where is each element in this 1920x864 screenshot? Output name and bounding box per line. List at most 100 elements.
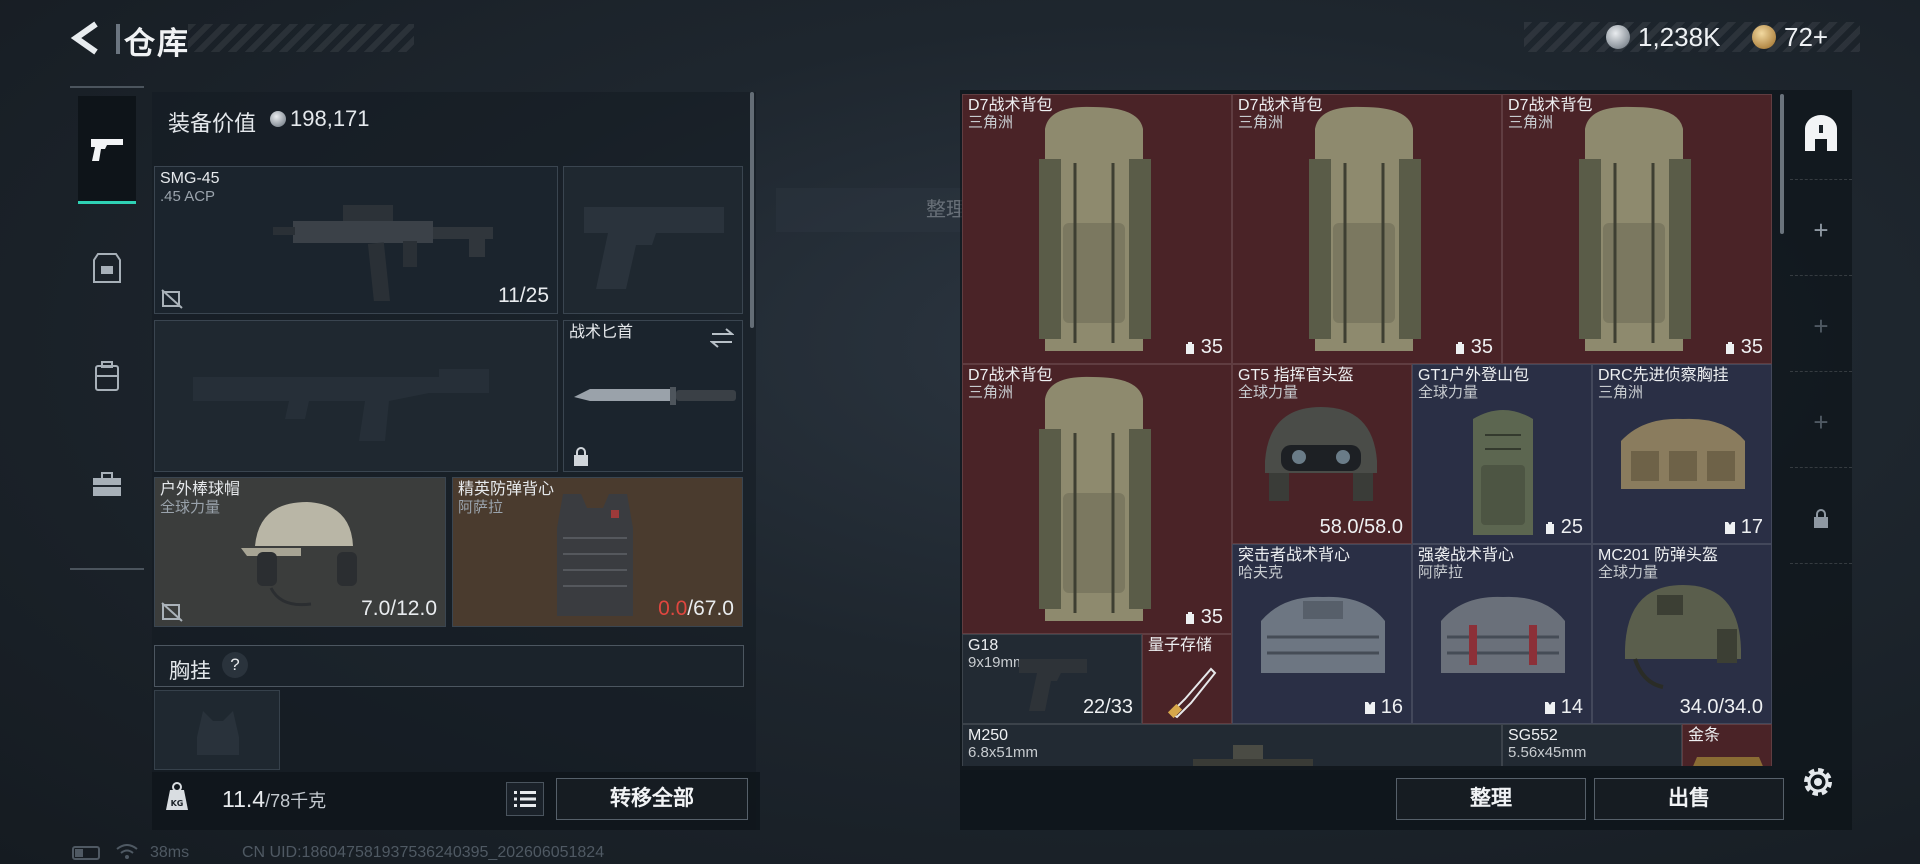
loadout-scrollbar[interactable]: [750, 92, 754, 328]
left-nav: [70, 86, 144, 570]
title-separator: [116, 24, 120, 54]
tab-storage-main[interactable]: [1790, 90, 1852, 180]
storage-item[interactable]: GT5 指挥官头盔 全球力量 58.0/58.0: [1232, 364, 1412, 544]
item-count: 25: [1543, 516, 1583, 539]
nav-backpack[interactable]: [78, 322, 136, 430]
item-brand: 6.8x51mm: [968, 744, 1039, 761]
armor-name: 精英防弹背心: [458, 481, 555, 498]
storage-item[interactable]: 量子存储: [1142, 634, 1232, 724]
storage-item[interactable]: DRC先进侦察胸挂 三角洲 17: [1592, 364, 1772, 544]
transfer-all-button[interactable]: 转移全部: [556, 778, 748, 820]
add-storage-button[interactable]: +: [1790, 378, 1852, 468]
item-brand: 三角洲: [968, 384, 1014, 401]
vest-image: [1441, 596, 1565, 673]
currency-gold[interactable]: 72+: [1752, 20, 1828, 54]
chest-rig-slot[interactable]: [154, 690, 280, 770]
helmet-image: [1625, 585, 1741, 689]
item-name: 强袭战术背心: [1418, 547, 1515, 564]
item-brand: 三角洲: [1238, 114, 1284, 131]
item-count-value: 16: [1380, 696, 1403, 718]
backpack-capacity-icon: [1725, 341, 1734, 354]
armor-slot[interactable]: 精英防弹背心 阿萨拉 0.0/67.0: [452, 477, 743, 627]
list-view-button[interactable]: [506, 782, 544, 816]
weight-current: 11.4: [222, 786, 266, 812]
storage-item[interactable]: D7战术背包 三角洲 35: [962, 364, 1232, 634]
storage-item[interactable]: 金条: [1682, 724, 1772, 766]
item-brand: 三角洲: [1508, 114, 1554, 131]
melee-slot[interactable]: 战术匕首: [563, 320, 743, 472]
helmet-brand: 全球力量: [160, 499, 221, 516]
primary-weapon-durability: 11/25: [498, 284, 549, 307]
storage-item[interactable]: D7战术背包 三角洲 35: [1232, 94, 1502, 364]
backpack-image: [1473, 410, 1533, 535]
item-count-value: 58.0/58.0: [1319, 516, 1403, 538]
chest-rig-placeholder-icon: [197, 711, 239, 755]
primary-weapon-ammo: .45 ACP: [160, 188, 216, 205]
storage-scrollbar[interactable]: [1780, 94, 1784, 234]
wifi-icon: [116, 844, 138, 859]
item-name: G18: [968, 637, 999, 654]
swap-icon[interactable]: [710, 327, 734, 349]
item-name: 金条: [1688, 727, 1721, 744]
item-brand: 5.56x45mm: [1508, 744, 1587, 761]
currency-gold-value: 72+: [1784, 21, 1829, 52]
vest-capacity-icon: [1364, 701, 1375, 714]
backpack-image: [1039, 106, 1151, 351]
backpack-capacity-icon: [1545, 521, 1554, 534]
storage-item[interactable]: 突击者战术背心 哈夫克 16: [1232, 544, 1412, 724]
sort-button[interactable]: 整理: [1396, 778, 1586, 820]
storage-item[interactable]: 强袭战术背心 阿萨拉 14: [1412, 544, 1592, 724]
gold-coin-icon: [1752, 25, 1776, 49]
page-title: 仓库: [124, 26, 190, 61]
item-count-value: 35: [1200, 336, 1223, 358]
backpack-image: [1579, 106, 1691, 351]
gear-icon: [1804, 768, 1832, 796]
nav-weapons[interactable]: [78, 96, 136, 204]
primary-weapon-slot[interactable]: SMG-45 .45 ACP 11/25: [154, 166, 558, 314]
item-brand: 哈夫克: [1238, 564, 1284, 581]
help-icon[interactable]: ?: [222, 652, 248, 678]
ping-value: 38ms: [150, 844, 190, 861]
item-name: DRC先进侦察胸挂: [1598, 367, 1729, 384]
item-count: 14: [1543, 696, 1583, 719]
backpack-icon: [95, 361, 119, 391]
item-name: 突击者战术背心: [1238, 547, 1351, 564]
smg-image: [273, 205, 493, 301]
weight-icon: KG: [166, 782, 188, 810]
item-count: 35: [1183, 336, 1223, 359]
item-count: 17: [1723, 516, 1763, 539]
storage-item[interactable]: MC201 防弹头盔 全球力量 34.0/34.0: [1592, 544, 1772, 724]
settings-button[interactable]: [1798, 762, 1838, 802]
sell-button[interactable]: 出售: [1594, 778, 1784, 820]
secondary-weapon-slot[interactable]: [154, 320, 558, 472]
weight-max: /78千克: [265, 791, 327, 811]
item-count: 35: [1453, 336, 1493, 359]
storage-item[interactable]: GT1户外登山包 全球力量 25: [1412, 364, 1592, 544]
item-brand: 三角洲: [1598, 384, 1644, 401]
storage-item[interactable]: M250 6.8x51mm: [962, 724, 1502, 766]
backpack-image: [1309, 106, 1421, 351]
no-insure-icon: [161, 289, 183, 309]
locked-storage-tab[interactable]: [1790, 474, 1852, 564]
helmet-durability: 7.0/12.0: [361, 597, 437, 620]
lock-icon: [1814, 508, 1828, 528]
pistol-placeholder-icon: [584, 207, 724, 289]
storage-item[interactable]: D7战术背包 三角洲 35: [962, 94, 1232, 364]
helmet-slot[interactable]: 户外棒球帽 全球力量 7.0/12.0: [154, 477, 446, 627]
item-count: 35: [1183, 606, 1223, 629]
armor-durability-current: 0.0: [658, 597, 688, 620]
storage-item[interactable]: G18 9x19mm 22/33: [962, 634, 1142, 724]
nav-armor[interactable]: [78, 214, 136, 322]
vest-capacity-icon: [1544, 701, 1555, 714]
helmet-name: 户外棒球帽: [160, 481, 241, 498]
add-storage-button[interactable]: +: [1790, 186, 1852, 276]
storage-item[interactable]: SG552 5.56x45mm: [1502, 724, 1682, 766]
sidearm-slot[interactable]: [563, 166, 743, 314]
item-brand: 阿萨拉: [1418, 564, 1464, 581]
currency-silver: 1,238K: [1606, 20, 1720, 54]
add-storage-button[interactable]: +: [1790, 282, 1852, 372]
back-button[interactable]: [66, 18, 106, 58]
storage-item[interactable]: D7战术背包 三角洲 35: [1502, 94, 1772, 364]
nav-toolbox[interactable]: [78, 430, 136, 538]
item-brand: 三角洲: [968, 114, 1014, 131]
